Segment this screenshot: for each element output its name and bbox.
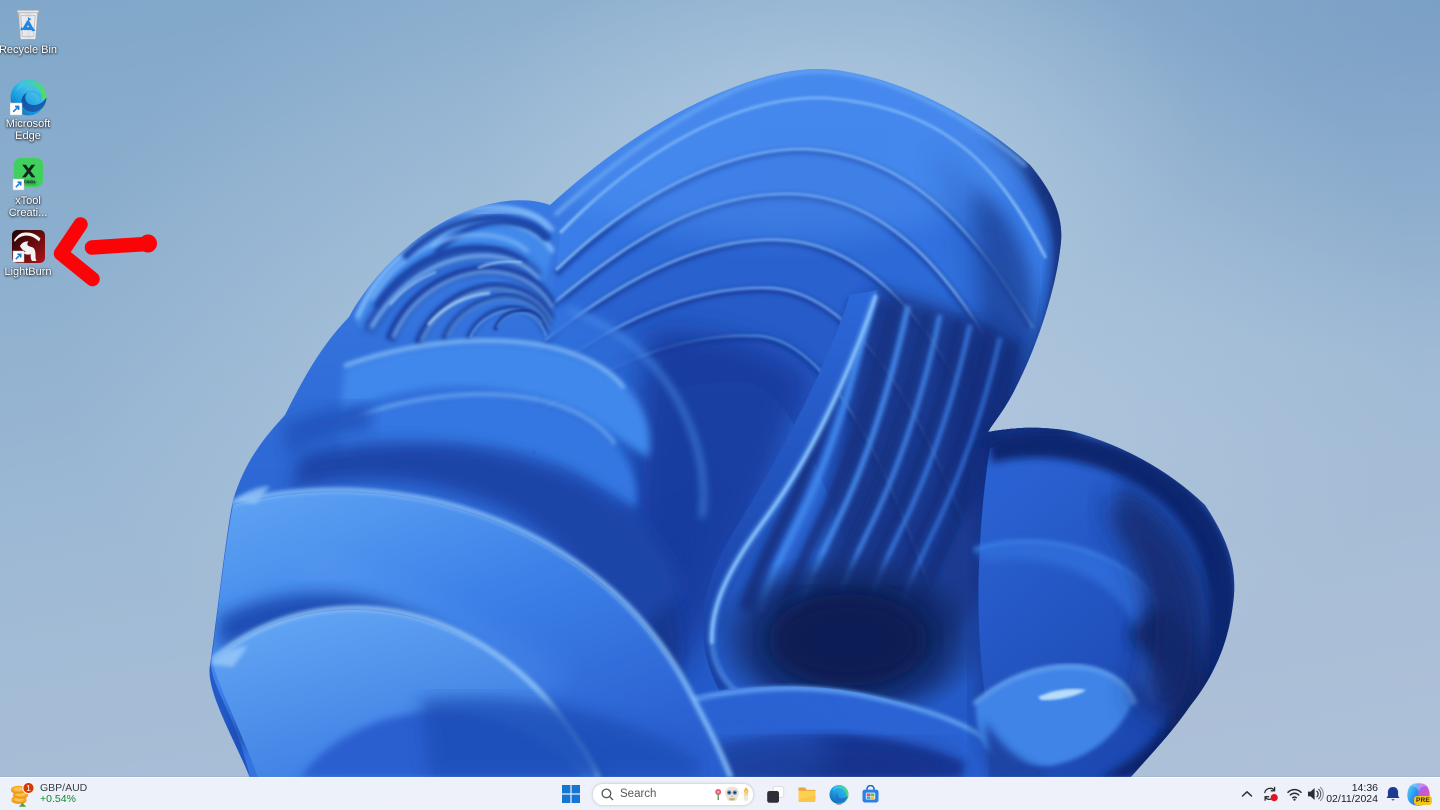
- svg-text:1: 1: [26, 784, 31, 793]
